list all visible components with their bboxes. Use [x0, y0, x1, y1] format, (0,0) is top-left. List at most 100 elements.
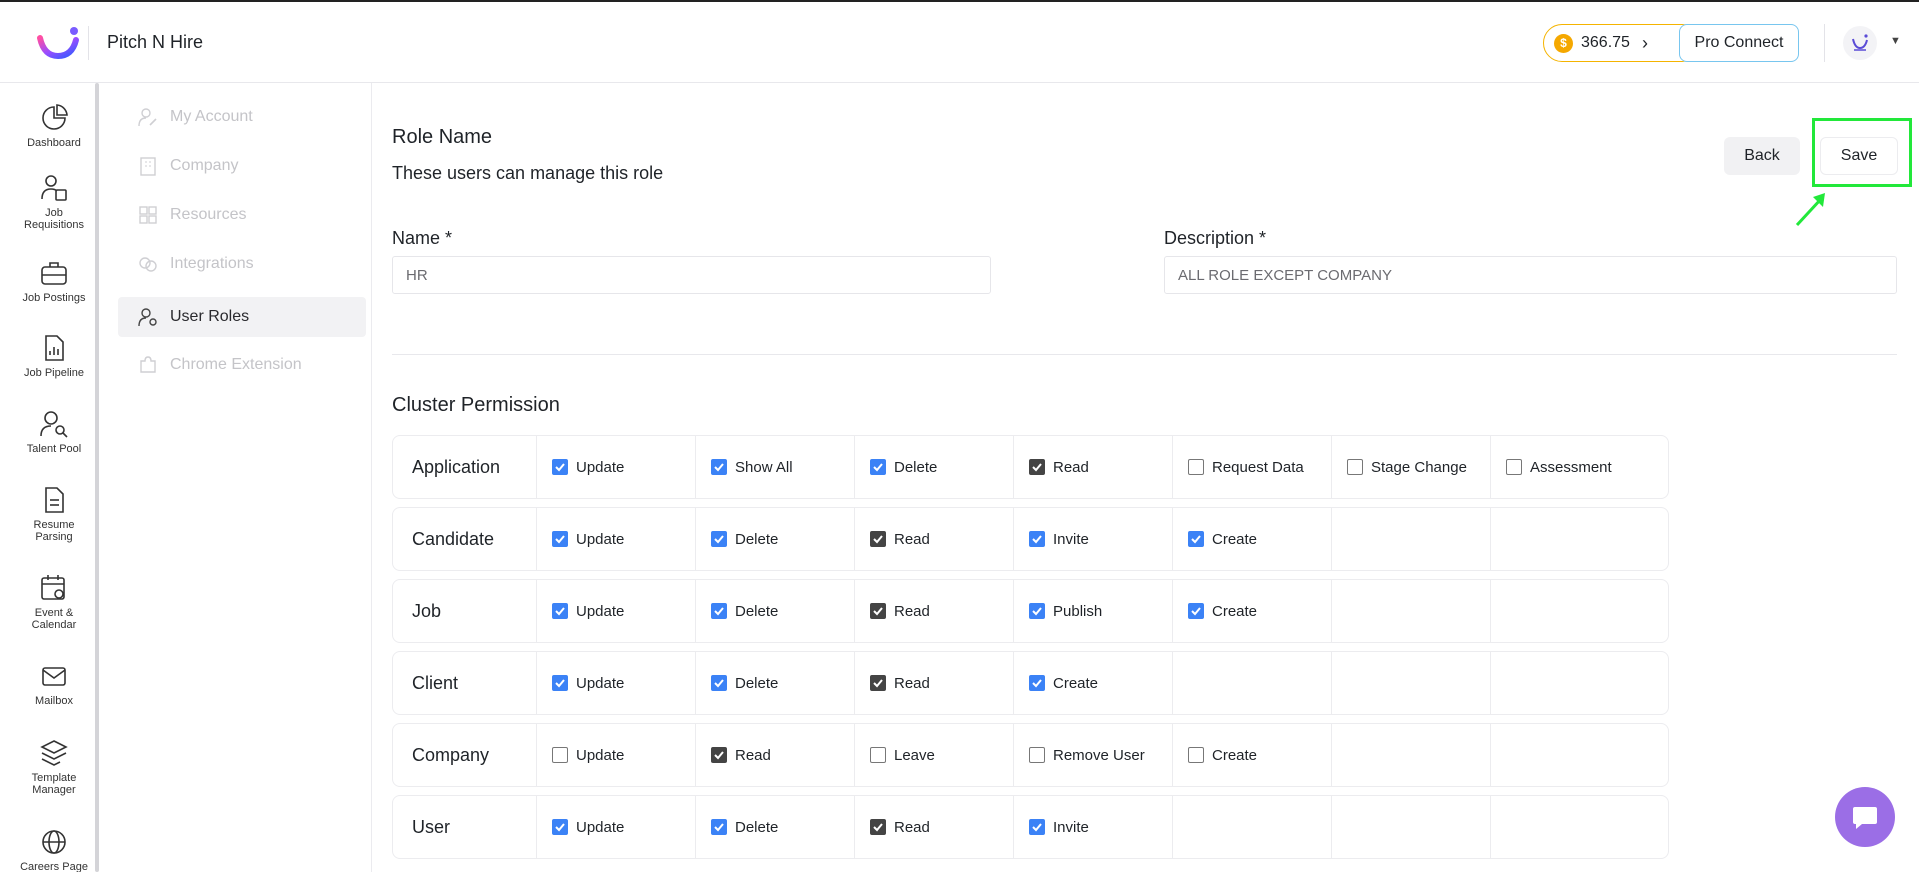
permission-checkbox[interactable]	[1029, 819, 1045, 835]
permission-option[interactable]: Invite	[1014, 508, 1173, 570]
permission-option[interactable]: Delete	[696, 508, 855, 570]
credits-pill[interactable]: $ 366.75 ›	[1543, 24, 1701, 62]
empty-cell	[1332, 508, 1491, 570]
back-button[interactable]: Back	[1724, 137, 1800, 175]
permission-option[interactable]: Create	[1173, 508, 1332, 570]
permission-option[interactable]: Read	[855, 508, 1014, 570]
app-logo-icon[interactable]	[36, 26, 82, 62]
permission-checkbox[interactable]	[1029, 603, 1045, 619]
permission-option[interactable]: Delete	[855, 436, 1014, 498]
permission-option[interactable]: Delete	[696, 652, 855, 714]
permission-checkbox[interactable]	[711, 459, 727, 475]
permission-checkbox[interactable]	[552, 603, 568, 619]
permission-option[interactable]: Publish	[1014, 580, 1173, 642]
nav-item-job-pipeline[interactable]: Job Pipeline	[0, 333, 108, 379]
permission-option[interactable]: Request Data	[1173, 436, 1332, 498]
permission-option[interactable]: Invite	[1014, 796, 1173, 858]
permission-option[interactable]: Read	[855, 580, 1014, 642]
permission-checkbox[interactable]	[552, 747, 568, 763]
permission-option[interactable]: Read	[855, 796, 1014, 858]
permission-option[interactable]: Create	[1173, 580, 1332, 642]
permission-option[interactable]: Update	[537, 724, 696, 786]
permission-checkbox[interactable]	[1188, 747, 1204, 763]
nav-item-talent-pool[interactable]: Talent Pool	[0, 409, 108, 455]
permission-checkbox[interactable]	[552, 531, 568, 547]
description-input[interactable]	[1164, 256, 1897, 294]
submenu-item-company[interactable]: Company	[118, 146, 366, 186]
permission-checkbox[interactable]	[711, 675, 727, 691]
permission-checkbox[interactable]	[870, 747, 886, 763]
submenu-item-integrations[interactable]: Integrations	[118, 244, 366, 284]
divider	[392, 354, 1897, 355]
permission-option[interactable]: Stage Change	[1332, 436, 1491, 498]
nav-item-resume-parsing[interactable]: Resume Parsing	[0, 485, 108, 543]
permission-option[interactable]: Update	[537, 796, 696, 858]
nav-item-event-calendar[interactable]: Event & Calendar	[0, 573, 108, 631]
permission-option[interactable]: Read	[1014, 436, 1173, 498]
nav-item-dashboard[interactable]: Dashboard	[0, 103, 108, 149]
nav-item-job-postings[interactable]: Job Postings	[0, 258, 108, 304]
permission-option[interactable]: Delete	[696, 580, 855, 642]
permission-checkbox[interactable]	[870, 531, 886, 547]
sidebar-scrollbar[interactable]	[95, 83, 99, 872]
submenu-item-my-account[interactable]: My Account	[118, 97, 366, 137]
permission-checkbox[interactable]	[711, 819, 727, 835]
permission-checkbox[interactable]	[1029, 747, 1045, 763]
permission-label: Delete	[735, 602, 779, 620]
permission-option[interactable]: Remove User	[1014, 724, 1173, 786]
permission-label: Invite	[1053, 530, 1089, 548]
permission-checkbox[interactable]	[1029, 675, 1045, 691]
permission-checkbox[interactable]	[552, 675, 568, 691]
permission-option[interactable]: Update	[537, 652, 696, 714]
permission-row: Company Update Read Leave Remove User Create	[392, 723, 1669, 787]
permission-option[interactable]: Leave	[855, 724, 1014, 786]
permission-option[interactable]: Update	[537, 508, 696, 570]
permission-checkbox[interactable]	[711, 603, 727, 619]
pie-chart-icon	[42, 104, 68, 130]
permission-checkbox[interactable]	[1506, 459, 1522, 475]
nav-item-careers-page[interactable]: Careers Page	[0, 827, 108, 872]
permission-checkbox[interactable]	[552, 459, 568, 475]
permission-checkbox[interactable]	[711, 531, 727, 547]
pro-connect-button[interactable]: Pro Connect	[1679, 24, 1799, 62]
nav-label: Talent Pool	[26, 443, 82, 455]
save-highlight-box	[1812, 118, 1912, 187]
permission-checkbox[interactable]	[1029, 459, 1045, 475]
nav-item-template-manager[interactable]: Template Manager	[0, 738, 108, 796]
permission-option[interactable]: Create	[1173, 724, 1332, 786]
permission-option[interactable]: Assessment	[1491, 436, 1668, 498]
chat-button[interactable]	[1835, 787, 1895, 847]
permission-checkbox[interactable]	[870, 459, 886, 475]
permission-checkbox[interactable]	[552, 819, 568, 835]
submenu-label: My Account	[170, 108, 253, 125]
permission-checkbox[interactable]	[1188, 531, 1204, 547]
permission-checkbox[interactable]	[711, 747, 727, 763]
permission-option[interactable]: Create	[1014, 652, 1173, 714]
empty-cell	[1173, 652, 1332, 714]
submenu-item-user-roles[interactable]: User Roles	[118, 297, 366, 337]
permission-checkbox[interactable]	[870, 603, 886, 619]
avatar[interactable]	[1843, 26, 1877, 60]
permission-checkbox[interactable]	[1188, 603, 1204, 619]
submenu-item-resources[interactable]: Resources	[118, 195, 366, 235]
permission-option[interactable]: Update	[537, 580, 696, 642]
nav-label: Resume Parsing	[33, 519, 75, 543]
permission-option[interactable]: Read	[855, 652, 1014, 714]
permission-option[interactable]: Delete	[696, 796, 855, 858]
permission-option[interactable]: Update	[537, 436, 696, 498]
nav-item-job-requisitions[interactable]: Job Requisitions	[0, 173, 108, 231]
permission-checkbox[interactable]	[1188, 459, 1204, 475]
permission-checkbox[interactable]	[1347, 459, 1363, 475]
nav-item-mailbox[interactable]: Mailbox	[0, 661, 108, 707]
permission-option[interactable]: Show All	[696, 436, 855, 498]
permission-option[interactable]: Read	[696, 724, 855, 786]
chat-icon	[1853, 807, 1877, 829]
caret-down-icon[interactable]: ▼	[1890, 35, 1901, 47]
permission-checkbox[interactable]	[870, 819, 886, 835]
role-editor: Role Name These users can manage this ro…	[373, 83, 1919, 872]
permission-checkbox[interactable]	[1029, 531, 1045, 547]
submenu-item-chrome-extension[interactable]: Chrome Extension	[118, 345, 366, 385]
permission-label: Read	[894, 602, 930, 620]
permission-checkbox[interactable]	[870, 675, 886, 691]
name-input[interactable]	[392, 256, 991, 294]
